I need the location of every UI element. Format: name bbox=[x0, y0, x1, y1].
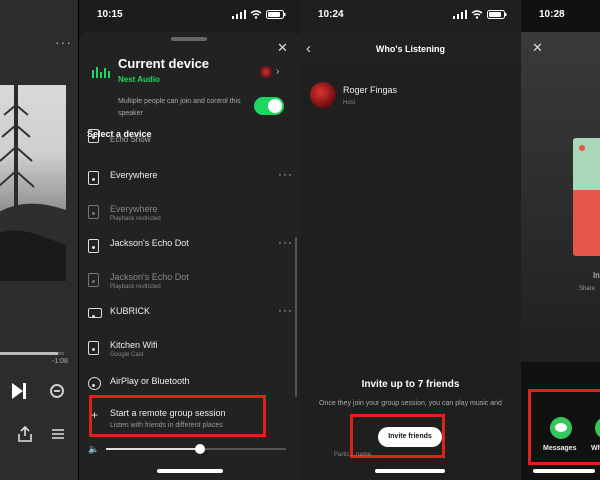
home-indicator bbox=[533, 469, 595, 473]
battery-icon bbox=[487, 10, 507, 19]
share-caption-sub: Share bbox=[579, 286, 596, 292]
scrollbar[interactable] bbox=[295, 237, 297, 397]
home-indicator bbox=[375, 469, 445, 473]
status-icons bbox=[232, 10, 286, 19]
messages-icon[interactable] bbox=[550, 417, 572, 439]
status-time: 10:24 bbox=[318, 9, 344, 20]
remote-session-button[interactable]: Start a remote group session bbox=[110, 408, 226, 418]
volume-knob[interactable] bbox=[194, 444, 205, 454]
device-name: KUBRICK bbox=[110, 306, 151, 316]
more-options-icon[interactable]: ··· bbox=[278, 167, 293, 181]
battery-icon bbox=[266, 10, 286, 19]
spotify-logo-icon bbox=[579, 145, 585, 151]
invite-friends-button[interactable]: Invite friends bbox=[378, 427, 442, 447]
device-meta: Playback restricted bbox=[110, 216, 161, 222]
device-name: AirPlay or Bluetooth bbox=[110, 376, 190, 386]
whos-listening-screen: 10:24 ‹ Who's Listening Roger Fingas Hos… bbox=[300, 0, 521, 480]
album-art bbox=[0, 85, 66, 281]
remote-session-subtitle: Listen with friends in different places bbox=[110, 422, 223, 429]
more-options-icon[interactable]: ··· bbox=[55, 34, 72, 50]
share-icon[interactable] bbox=[18, 426, 32, 442]
more-options-icon[interactable]: ··· bbox=[278, 235, 293, 249]
speaker-icon bbox=[88, 171, 99, 185]
device-item[interactable]: Everywhere Playback restricted bbox=[79, 197, 300, 227]
sheet-grabber[interactable] bbox=[171, 37, 207, 41]
join-toggle[interactable] bbox=[254, 97, 284, 115]
host-name: Roger Fingas bbox=[343, 85, 398, 95]
airplay-icon bbox=[88, 377, 101, 390]
wifi-icon bbox=[250, 10, 262, 19]
player-screen: ··· -1:08 bbox=[0, 0, 78, 480]
device-item[interactable]: Echo Show bbox=[79, 129, 300, 149]
device-item[interactable]: Kitchen Wifi Google Cast bbox=[79, 333, 300, 363]
wifi-icon bbox=[471, 10, 483, 19]
status-bar: 10:15 bbox=[79, 8, 300, 24]
avatar bbox=[310, 82, 336, 108]
device-name: Jackson's Echo Dot bbox=[110, 272, 189, 282]
status-bar: 10:28 bbox=[521, 8, 600, 24]
device-item[interactable]: Jackson's Echo Dot ··· bbox=[79, 231, 300, 261]
more-options-icon[interactable]: ··· bbox=[278, 303, 293, 317]
messages-label[interactable]: Messages bbox=[543, 445, 576, 452]
speaker-icon bbox=[88, 239, 99, 253]
current-device-name: Nest Audio bbox=[118, 75, 160, 84]
share-card bbox=[573, 138, 600, 256]
status-time: 10:28 bbox=[539, 9, 565, 20]
share-caption: In bbox=[593, 271, 600, 280]
queue-icon[interactable] bbox=[52, 428, 64, 440]
signal-icon bbox=[232, 10, 246, 19]
device-item[interactable]: Everywhere ··· bbox=[79, 163, 300, 193]
card-header bbox=[573, 138, 600, 190]
device-item[interactable]: KUBRICK ··· bbox=[79, 299, 300, 329]
whatsapp-label[interactable]: Wh bbox=[591, 445, 600, 452]
avatar[interactable] bbox=[260, 66, 272, 78]
invite-description: Once they join your group session, you c… bbox=[319, 400, 502, 407]
invite-heading: Invite up to 7 friends bbox=[361, 379, 460, 390]
signal-icon bbox=[453, 10, 467, 19]
speaker-icon bbox=[88, 205, 99, 219]
equalizer-icon bbox=[92, 67, 110, 78]
share-sheet-screen: 10:28 ✕ Gr In Share Messages Wh bbox=[521, 0, 600, 480]
laptop-icon bbox=[88, 308, 102, 318]
playback-progress[interactable] bbox=[0, 352, 64, 355]
plus-icon[interactable]: + bbox=[91, 408, 98, 422]
device-item[interactable]: Jackson's Echo Dot Playback restricted bbox=[79, 265, 300, 295]
host-role: Host bbox=[343, 100, 356, 106]
remove-icon[interactable] bbox=[50, 384, 64, 398]
current-device-title: Current device bbox=[118, 56, 210, 71]
play-next-icon[interactable] bbox=[10, 382, 28, 400]
close-icon[interactable]: ✕ bbox=[532, 40, 543, 56]
close-icon[interactable]: ✕ bbox=[277, 40, 288, 56]
device-name: Everywhere bbox=[110, 170, 158, 180]
status-icons bbox=[453, 10, 507, 19]
device-name: Everywhere bbox=[110, 204, 158, 214]
device-name: Jackson's Echo Dot bbox=[110, 238, 189, 248]
status-bar: 10:24 bbox=[300, 8, 521, 24]
speaker-icon bbox=[88, 273, 99, 287]
volume-icon: 🔈 bbox=[88, 444, 100, 454]
speaker-icon bbox=[88, 341, 99, 355]
chevron-right-icon[interactable]: › bbox=[276, 66, 279, 77]
status-time: 10:15 bbox=[97, 9, 123, 20]
device-meta: Google Cast bbox=[110, 352, 144, 358]
speaker-icon bbox=[88, 129, 99, 143]
device-name: Kitchen Wifi bbox=[110, 340, 158, 350]
join-description: Multiple people can join and control thi… bbox=[118, 98, 241, 117]
device-picker-screen: 10:15 ✕ Current device Nest Audio › Mult… bbox=[79, 0, 300, 480]
time-remaining: -1:08 bbox=[52, 358, 68, 365]
device-name: Echo Show bbox=[110, 135, 151, 144]
footnote: Partic... name. bbox=[334, 452, 373, 458]
home-indicator bbox=[157, 469, 223, 473]
device-meta: Playback restricted bbox=[110, 284, 161, 290]
page-title: Who's Listening bbox=[375, 44, 446, 54]
